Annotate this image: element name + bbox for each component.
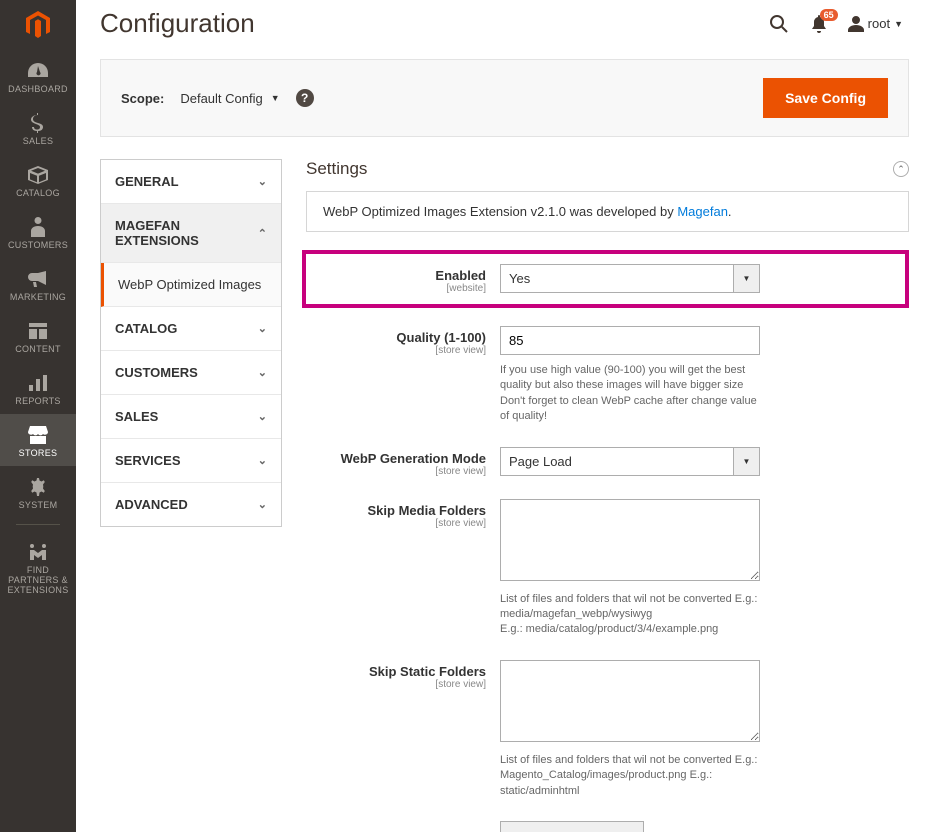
gen-mode-select[interactable]: Page Load ▼: [500, 447, 760, 476]
admin-sidebar: DASHBOARD SALES CATALOG CUSTOMERS MARKET…: [0, 0, 76, 832]
config-nav-catalog[interactable]: CATALOG⌄: [101, 307, 281, 351]
nav-partners[interactable]: FIND PARTNERS & EXTENSIONS: [0, 531, 76, 603]
chevron-down-icon: ⌄: [258, 410, 267, 423]
header: Configuration 65 root ▼: [76, 0, 933, 47]
username: root: [868, 16, 890, 31]
caret-down-icon: ▼: [894, 19, 903, 29]
gear-icon: [29, 476, 47, 498]
skip-static-textarea[interactable]: [500, 660, 760, 742]
chevron-down-icon: ⌄: [258, 366, 267, 379]
extension-info: WebP Optimized Images Extension v2.1.0 w…: [306, 191, 909, 232]
config-nav-advanced[interactable]: ADVANCED⌄: [101, 483, 281, 526]
magefan-link[interactable]: Magefan: [677, 204, 728, 219]
partners-icon: [28, 541, 48, 563]
field-skip-media: Skip Media Folders [store view] List of …: [306, 499, 909, 638]
config-nav: GENERAL⌄ MAGEFAN EXTENSIONS⌃ WebP Optimi…: [100, 159, 282, 527]
user-menu[interactable]: root ▼: [848, 16, 903, 32]
gauge-icon: [28, 60, 48, 82]
bars-icon: [29, 372, 47, 394]
collapse-toggle[interactable]: ⌃: [893, 161, 909, 177]
skip-media-textarea[interactable]: [500, 499, 760, 581]
user-icon: [848, 16, 864, 32]
field-enabled: Enabled [website] Yes ▼: [302, 250, 909, 308]
clean-cache-button[interactable]: Clean WebP Cache: [500, 821, 644, 832]
nav-content[interactable]: CONTENT: [0, 310, 76, 362]
search-icon: [770, 15, 788, 33]
page-title: Configuration: [100, 8, 768, 39]
nav-separator: [16, 524, 60, 525]
megaphone-icon: [28, 268, 48, 290]
field-generation-mode: WebP Generation Mode [store view] Page L…: [306, 447, 909, 477]
chevron-down-icon: ⌄: [258, 322, 267, 335]
scope-selector[interactable]: Default Config ▼: [180, 91, 279, 106]
caret-down-icon: ▼: [271, 93, 280, 103]
config-nav-customers[interactable]: CUSTOMERS⌄: [101, 351, 281, 395]
config-nav-magefan[interactable]: MAGEFAN EXTENSIONS⌃: [101, 204, 281, 263]
content-area: GENERAL⌄ MAGEFAN EXTENSIONS⌃ WebP Optimi…: [100, 159, 909, 832]
config-nav-webp[interactable]: WebP Optimized Images: [101, 263, 281, 307]
enabled-select[interactable]: Yes ▼: [500, 264, 760, 293]
quality-input[interactable]: [500, 326, 760, 355]
field-skip-static: Skip Static Folders [store view] List of…: [306, 660, 909, 799]
settings-panel: Settings ⌃ WebP Optimized Images Extensi…: [306, 159, 909, 832]
nav-customers[interactable]: CUSTOMERS: [0, 206, 76, 258]
chevron-down-icon: ⌄: [258, 454, 267, 467]
save-config-button[interactable]: Save Config: [763, 78, 888, 118]
nav-dashboard[interactable]: DASHBOARD: [0, 50, 76, 102]
notifications-button[interactable]: 65: [808, 13, 830, 35]
config-nav-sales[interactable]: SALES⌄: [101, 395, 281, 439]
caret-down-icon: ▼: [734, 264, 760, 293]
nav-system[interactable]: SYSTEM: [0, 466, 76, 518]
nav-stores[interactable]: STORES: [0, 414, 76, 466]
nav-catalog[interactable]: CATALOG: [0, 154, 76, 206]
quality-note: If you use high value (90-100) you will …: [500, 363, 760, 425]
magento-logo[interactable]: [0, 0, 76, 50]
settings-title: Settings: [306, 159, 367, 179]
nav-reports[interactable]: REPORTS: [0, 362, 76, 414]
layout-icon: [29, 320, 47, 342]
chevron-down-icon: ⌄: [258, 175, 267, 188]
settings-header: Settings ⌃: [306, 159, 909, 179]
chevron-up-icon: ⌃: [258, 227, 267, 240]
store-icon: [28, 424, 48, 446]
caret-down-icon: ▼: [734, 447, 760, 476]
config-nav-services[interactable]: SERVICES⌄: [101, 439, 281, 483]
search-button[interactable]: [768, 13, 790, 35]
dollar-icon: [31, 112, 45, 134]
scope-bar: Scope: Default Config ▼ ? Save Config: [100, 59, 909, 137]
person-icon: [31, 216, 45, 238]
skip-static-note: List of files and folders that wil not b…: [500, 753, 760, 799]
chevron-down-icon: ⌄: [258, 498, 267, 511]
help-icon[interactable]: ?: [296, 89, 314, 107]
skip-media-note: List of files and folders that wil not b…: [500, 592, 760, 638]
nav-sales[interactable]: SALES: [0, 102, 76, 154]
config-nav-general[interactable]: GENERAL⌄: [101, 160, 281, 204]
notification-badge: 65: [820, 9, 838, 21]
field-clean-cache: Clean WebP Cache This action will clean …: [306, 821, 909, 832]
field-quality: Quality (1-100) [store view] If you use …: [306, 326, 909, 425]
nav-marketing[interactable]: MARKETING: [0, 258, 76, 310]
header-actions: 65 root ▼: [768, 13, 903, 35]
main-content: Configuration 65 root ▼ Scope: Default C…: [76, 0, 933, 832]
box-icon: [28, 164, 48, 186]
scope-label: Scope:: [121, 91, 164, 106]
